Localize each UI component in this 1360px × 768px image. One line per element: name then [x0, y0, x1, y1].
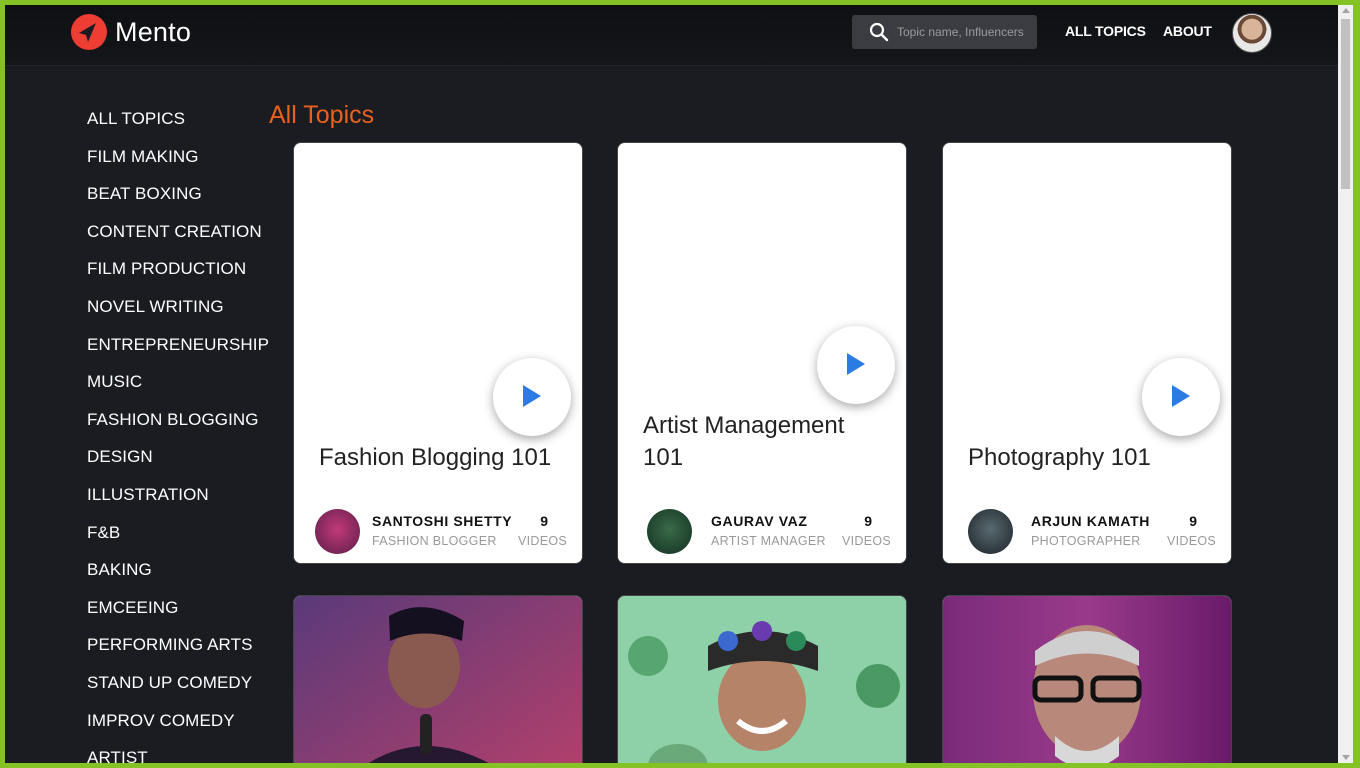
card-title[interactable]: Artist Management 101 [643, 410, 883, 474]
nav-about[interactable]: ABOUT [1163, 23, 1212, 39]
video-count-label: VIDEOS [517, 534, 567, 548]
header: Mento ALL TOPICS ABOUT [5, 5, 1343, 66]
author-role: PHOTOGRAPHER [1031, 534, 1141, 548]
sidebar-item-all-topics[interactable]: ALL TOPICS [87, 109, 269, 147]
page-title: All Topics [269, 101, 375, 129]
sidebar-item-emceeing[interactable]: EMCEEING [87, 598, 269, 636]
sidebar-item-beat-boxing[interactable]: BEAT BOXING [87, 184, 269, 222]
sidebar: ALL TOPICS FILM MAKING BEAT BOXING CONTE… [87, 109, 269, 763]
sidebar-item-f-and-b[interactable]: F&B [87, 523, 269, 561]
play-icon [523, 385, 541, 407]
sidebar-item-performing-arts[interactable]: PERFORMING ARTS [87, 635, 269, 673]
author-name[interactable]: ARJUN KAMATH [1031, 513, 1150, 529]
card-image [618, 596, 906, 763]
author-name[interactable]: GAURAV VAZ [711, 513, 807, 529]
search-icon[interactable] [869, 22, 889, 42]
sidebar-item-stand-up-comedy[interactable]: STAND UP COMEDY [87, 673, 269, 711]
scrollbar[interactable] [1338, 5, 1353, 763]
card-title[interactable]: Fashion Blogging 101 [319, 442, 559, 474]
sidebar-item-film-making[interactable]: FILM MAKING [87, 147, 269, 185]
scroll-up-icon[interactable] [1342, 8, 1350, 13]
play-icon [847, 353, 865, 375]
sidebar-item-improv-comedy[interactable]: IMPROV COMEDY [87, 711, 269, 749]
sidebar-item-novel-writing[interactable]: NOVEL WRITING [87, 297, 269, 335]
card-title[interactable]: Photography 101 [968, 442, 1208, 474]
card-background [943, 143, 1231, 563]
card-image [943, 596, 1231, 763]
play-button[interactable] [493, 358, 571, 436]
sidebar-item-baking[interactable]: BAKING [87, 560, 269, 598]
topic-card[interactable]: Photography 101 ARJUN KAMATH PHOTOGRAPHE… [942, 142, 1232, 564]
logo[interactable]: Mento [71, 14, 191, 50]
author-role: FASHION BLOGGER [372, 534, 497, 548]
play-icon [1172, 385, 1190, 407]
author-avatar [315, 509, 360, 554]
sidebar-item-entrepreneurship[interactable]: ENTREPRENEURSHIP [87, 335, 269, 373]
sidebar-item-design[interactable]: DESIGN [87, 447, 269, 485]
video-count-label: VIDEOS [1166, 534, 1216, 548]
sidebar-item-artist[interactable]: ARTIST [87, 748, 269, 763]
card-background [294, 143, 582, 563]
author-role: ARTIST MANAGER [711, 534, 826, 548]
search-input[interactable] [895, 24, 1039, 40]
app-window: Mento ALL TOPICS ABOUT ALL TOPICS FILM M… [5, 5, 1343, 763]
avatar[interactable] [1232, 13, 1272, 53]
scroll-down-icon[interactable] [1342, 755, 1350, 760]
logo-icon [71, 14, 107, 50]
sidebar-item-film-production[interactable]: FILM PRODUCTION [87, 259, 269, 297]
play-button[interactable] [817, 326, 895, 404]
topic-card[interactable] [942, 595, 1232, 763]
play-button[interactable] [1142, 358, 1220, 436]
search-box[interactable] [852, 15, 1039, 49]
topic-card[interactable]: Artist Management 101 GAURAV VAZ ARTIST … [617, 142, 907, 564]
video-count: 9 [864, 513, 872, 529]
author-name[interactable]: SANTOSHI SHETTY [372, 513, 512, 529]
sidebar-item-fashion-blogging[interactable]: FASHION BLOGGING [87, 410, 269, 448]
app-name: Mento [115, 16, 192, 47]
topic-card[interactable]: Fashion Blogging 101 SANTOSHI SHETTY FAS… [293, 142, 583, 564]
topic-card[interactable] [617, 595, 907, 763]
card-image [294, 596, 582, 763]
author-avatar [968, 509, 1013, 554]
sidebar-item-music[interactable]: MUSIC [87, 372, 269, 410]
scrollbar-thumb[interactable] [1341, 19, 1350, 189]
topic-card[interactable] [293, 595, 583, 763]
video-count: 9 [540, 513, 548, 529]
video-count: 9 [1189, 513, 1197, 529]
nav-all-topics[interactable]: ALL TOPICS [1065, 23, 1146, 39]
author-avatar [647, 509, 692, 554]
video-count-label: VIDEOS [841, 534, 891, 548]
sidebar-item-illustration[interactable]: ILLUSTRATION [87, 485, 269, 523]
sidebar-item-content-creation[interactable]: CONTENT CREATION [87, 222, 269, 260]
